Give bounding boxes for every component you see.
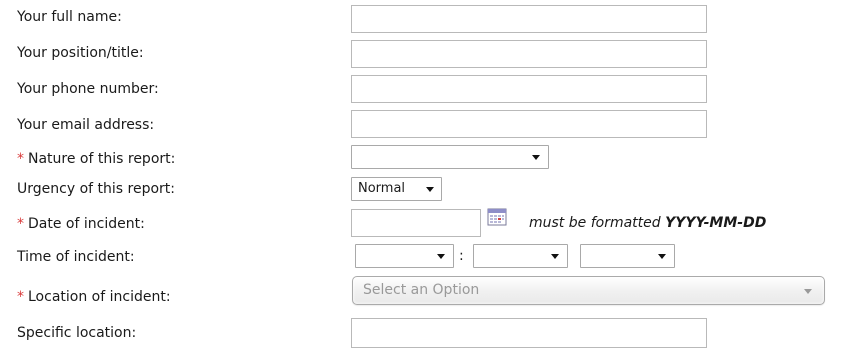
date-format-hint-prefix: must be formatted	[529, 215, 661, 231]
specific-location-input[interactable]	[351, 318, 707, 348]
location-label-row: * Location of incident:	[17, 288, 171, 306]
required-marker: *	[17, 216, 24, 232]
chevron-down-icon	[804, 289, 812, 294]
location-select[interactable]: Select an Option	[352, 276, 825, 305]
urgency-label: Urgency of this report:	[17, 181, 175, 197]
time-label: Time of incident:	[17, 249, 135, 265]
chevron-down-icon	[426, 187, 434, 192]
position-label: Your position/title:	[17, 45, 144, 61]
email-label: Your email address:	[17, 117, 155, 133]
position-input[interactable]	[351, 40, 707, 68]
date-format-pattern: YYYY-MM-DD	[665, 215, 767, 231]
chevron-down-icon	[551, 254, 559, 259]
chevron-down-icon	[532, 155, 540, 160]
required-marker: *	[17, 289, 24, 305]
full-name-input[interactable]	[351, 5, 707, 33]
full-name-label: Your full name:	[17, 9, 122, 25]
minute-select[interactable]	[473, 244, 568, 268]
time-separator: :	[459, 248, 464, 264]
phone-label: Your phone number:	[17, 81, 159, 97]
chevron-down-icon	[437, 254, 445, 259]
ampm-select[interactable]	[580, 244, 675, 268]
location-label: Location of incident:	[28, 289, 171, 305]
date-input[interactable]	[351, 209, 481, 237]
specific-location-label: Specific location:	[17, 325, 137, 341]
chevron-down-icon	[658, 254, 666, 259]
nature-select[interactable]	[351, 145, 549, 169]
date-format-hint: must be formatted YYYY-MM-DD	[529, 215, 766, 231]
phone-input[interactable]	[351, 75, 707, 103]
urgency-selected-value: Normal	[358, 181, 406, 196]
nature-label-row: * Nature of this report:	[17, 150, 175, 168]
date-label-row: * Date of incident:	[17, 215, 145, 233]
location-placeholder: Select an Option	[363, 282, 480, 298]
email-input[interactable]	[351, 110, 707, 138]
required-marker: *	[17, 151, 24, 167]
hour-select[interactable]	[355, 244, 454, 268]
nature-label: Nature of this report:	[28, 151, 176, 167]
date-label: Date of incident:	[28, 216, 145, 232]
calendar-icon[interactable]	[486, 207, 508, 227]
urgency-select[interactable]: Normal	[351, 177, 442, 201]
